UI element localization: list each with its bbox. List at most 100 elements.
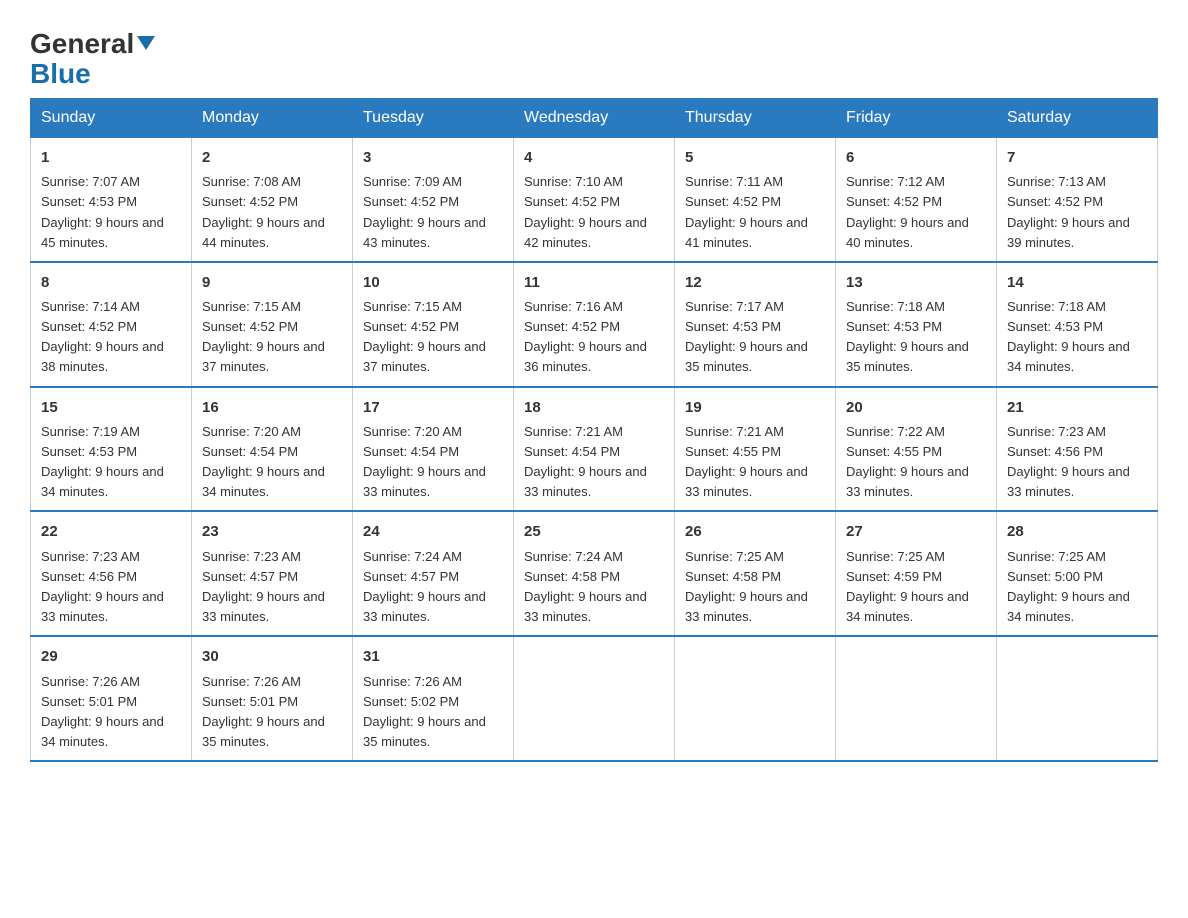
sunset-text: Sunset: 5:00 PM bbox=[1007, 569, 1103, 584]
calendar-day-cell: 9Sunrise: 7:15 AMSunset: 4:52 PMDaylight… bbox=[192, 262, 353, 387]
sunrise-text: Sunrise: 7:18 AM bbox=[1007, 299, 1106, 314]
day-number: 28 bbox=[1007, 520, 1147, 543]
day-of-week-header: Thursday bbox=[675, 99, 836, 138]
sunrise-text: Sunrise: 7:11 AM bbox=[685, 174, 783, 189]
daylight-text: Daylight: 9 hours and 35 minutes. bbox=[363, 714, 486, 749]
sunrise-text: Sunrise: 7:08 AM bbox=[202, 174, 301, 189]
sunrise-text: Sunrise: 7:23 AM bbox=[41, 549, 140, 564]
sunset-text: Sunset: 4:57 PM bbox=[202, 569, 298, 584]
daylight-text: Daylight: 9 hours and 34 minutes. bbox=[41, 714, 164, 749]
calendar-header-row: SundayMondayTuesdayWednesdayThursdayFrid… bbox=[31, 99, 1158, 138]
sunset-text: Sunset: 5:02 PM bbox=[363, 694, 459, 709]
daylight-text: Daylight: 9 hours and 34 minutes. bbox=[202, 464, 325, 499]
calendar-day-cell: 31Sunrise: 7:26 AMSunset: 5:02 PMDayligh… bbox=[353, 636, 514, 761]
day-number: 20 bbox=[846, 396, 986, 419]
sunset-text: Sunset: 4:54 PM bbox=[524, 444, 620, 459]
calendar-day-cell bbox=[675, 636, 836, 761]
daylight-text: Daylight: 9 hours and 35 minutes. bbox=[202, 714, 325, 749]
daylight-text: Daylight: 9 hours and 33 minutes. bbox=[524, 589, 647, 624]
calendar-week-row: 15 Sunrise: 7:19 AM Sunset: 4:53 PM Dayligh… bbox=[31, 387, 1158, 512]
day-number: 2 bbox=[202, 146, 342, 169]
sunrise-text: Sunrise: 7:25 AM bbox=[685, 549, 784, 564]
day-number: 29 bbox=[41, 645, 181, 668]
sunset-text: Sunset: 4:52 PM bbox=[41, 319, 137, 334]
daylight-text: Daylight: 9 hours and 43 minutes. bbox=[363, 215, 486, 250]
daylight-text: Daylight: 9 hours and 34 minutes. bbox=[846, 589, 969, 624]
calendar-day-cell: 16Sunrise: 7:20 AMSunset: 4:54 PMDayligh… bbox=[192, 387, 353, 512]
day-of-week-header: Friday bbox=[836, 99, 997, 138]
day-number: 14 bbox=[1007, 271, 1147, 294]
sunset-text: Sunset: 4:53 PM bbox=[685, 319, 781, 334]
calendar-day-cell: 26 Sunrise: 7:25 AM Sunset: 4:58 PM Dayligh… bbox=[675, 511, 836, 636]
sunset-text: Sunset: 4:54 PM bbox=[202, 444, 298, 459]
daylight-text: Daylight: 9 hours and 33 minutes. bbox=[363, 589, 486, 624]
daylight-text: Daylight: 9 hours and 33 minutes. bbox=[41, 589, 164, 624]
sunrise-text: Sunrise: 7:25 AM bbox=[1007, 549, 1106, 564]
sunrise-text: Sunrise: 7:26 AM bbox=[41, 674, 140, 689]
sunset-text: Sunset: 4:57 PM bbox=[363, 569, 459, 584]
daylight-text: Daylight: 9 hours and 34 minutes. bbox=[1007, 589, 1130, 624]
daylight-text: Daylight: 9 hours and 41 minutes. bbox=[685, 215, 808, 250]
day-number: 5 bbox=[685, 146, 825, 169]
sunset-text: Sunset: 5:01 PM bbox=[202, 694, 298, 709]
sunrise-text: Sunrise: 7:09 AM bbox=[363, 174, 462, 189]
calendar-day-cell: 25Sunrise: 7:24 AMSunset: 4:58 PMDayligh… bbox=[514, 511, 675, 636]
sunset-text: Sunset: 4:58 PM bbox=[685, 569, 781, 584]
day-number: 22 bbox=[41, 520, 181, 543]
sunset-text: Sunset: 4:52 PM bbox=[363, 194, 459, 209]
logo: General Blue bbox=[30, 30, 155, 88]
calendar-week-row: 29 Sunrise: 7:26 AM Sunset: 5:01 PM Dayligh… bbox=[31, 636, 1158, 761]
calendar-table: SundayMondayTuesdayWednesdayThursdayFrid… bbox=[30, 98, 1158, 762]
sunrise-text: Sunrise: 7:17 AM bbox=[685, 299, 784, 314]
day-number: 15 bbox=[41, 396, 181, 419]
sunrise-text: Sunrise: 7:15 AM bbox=[202, 299, 301, 314]
sunset-text: Sunset: 4:56 PM bbox=[1007, 444, 1103, 459]
day-of-week-header: Sunday bbox=[31, 99, 192, 138]
logo-general-text: General bbox=[30, 30, 155, 58]
sunset-text: Sunset: 4:53 PM bbox=[41, 444, 137, 459]
calendar-day-cell: 20Sunrise: 7:22 AMSunset: 4:55 PMDayligh… bbox=[836, 387, 997, 512]
calendar-day-cell: 19Sunrise: 7:21 AMSunset: 4:55 PMDayligh… bbox=[675, 387, 836, 512]
sunset-text: Sunset: 4:55 PM bbox=[685, 444, 781, 459]
calendar-day-cell: 18Sunrise: 7:21 AMSunset: 4:54 PMDayligh… bbox=[514, 387, 675, 512]
sunrise-text: Sunrise: 7:23 AM bbox=[1007, 424, 1106, 439]
calendar-day-cell: 4Sunrise: 7:10 AMSunset: 4:52 PMDaylight… bbox=[514, 138, 675, 262]
day-number: 21 bbox=[1007, 396, 1147, 419]
daylight-text: Daylight: 9 hours and 33 minutes. bbox=[202, 589, 325, 624]
day-number: 26 bbox=[685, 520, 825, 543]
day-number: 30 bbox=[202, 645, 342, 668]
day-number: 18 bbox=[524, 396, 664, 419]
day-number: 25 bbox=[524, 520, 664, 543]
calendar-day-cell: 13Sunrise: 7:18 AMSunset: 4:53 PMDayligh… bbox=[836, 262, 997, 387]
sunrise-text: Sunrise: 7:26 AM bbox=[363, 674, 462, 689]
sunrise-text: Sunrise: 7:07 AM bbox=[41, 174, 140, 189]
sunset-text: Sunset: 4:52 PM bbox=[202, 194, 298, 209]
sunrise-text: Sunrise: 7:24 AM bbox=[524, 549, 623, 564]
sunset-text: Sunset: 4:52 PM bbox=[685, 194, 781, 209]
daylight-text: Daylight: 9 hours and 33 minutes. bbox=[685, 589, 808, 624]
sunrise-text: Sunrise: 7:22 AM bbox=[846, 424, 945, 439]
sunset-text: Sunset: 4:52 PM bbox=[524, 319, 620, 334]
calendar-day-cell: 3Sunrise: 7:09 AMSunset: 4:52 PMDaylight… bbox=[353, 138, 514, 262]
sunrise-text: Sunrise: 7:13 AM bbox=[1007, 174, 1106, 189]
day-of-week-header: Saturday bbox=[997, 99, 1158, 138]
daylight-text: Daylight: 9 hours and 44 minutes. bbox=[202, 215, 325, 250]
calendar-day-cell: 23Sunrise: 7:23 AMSunset: 4:57 PMDayligh… bbox=[192, 511, 353, 636]
sunrise-text: Sunrise: 7:21 AM bbox=[685, 424, 784, 439]
sunset-text: Sunset: 4:56 PM bbox=[41, 569, 137, 584]
calendar-day-cell: 15Sunrise: 7:19 AMSunset: 4:53 PMDayligh… bbox=[31, 387, 192, 512]
sunrise-text: Sunrise: 7:14 AM bbox=[41, 299, 140, 314]
calendar-day-cell: 12Sunrise: 7:17 AMSunset: 4:53 PMDayligh… bbox=[675, 262, 836, 387]
sunset-text: Sunset: 4:53 PM bbox=[1007, 319, 1103, 334]
day-of-week-header: Wednesday bbox=[514, 99, 675, 138]
daylight-text: Daylight: 9 hours and 36 minutes. bbox=[524, 339, 647, 374]
calendar-day-cell: 5 Sunrise: 7:11 AM Sunset: 4:52 PM Daylight… bbox=[675, 138, 836, 262]
calendar-day-cell: 2 Sunrise: 7:08 AM Sunset: 4:52 PM Daylight… bbox=[192, 138, 353, 262]
daylight-text: Daylight: 9 hours and 45 minutes. bbox=[41, 215, 164, 250]
daylight-text: Daylight: 9 hours and 33 minutes. bbox=[524, 464, 647, 499]
sunset-text: Sunset: 4:53 PM bbox=[846, 319, 942, 334]
sunrise-text: Sunrise: 7:19 AM bbox=[41, 424, 140, 439]
sunset-text: Sunset: 4:54 PM bbox=[363, 444, 459, 459]
sunset-text: Sunset: 4:52 PM bbox=[524, 194, 620, 209]
sunrise-text: Sunrise: 7:23 AM bbox=[202, 549, 301, 564]
